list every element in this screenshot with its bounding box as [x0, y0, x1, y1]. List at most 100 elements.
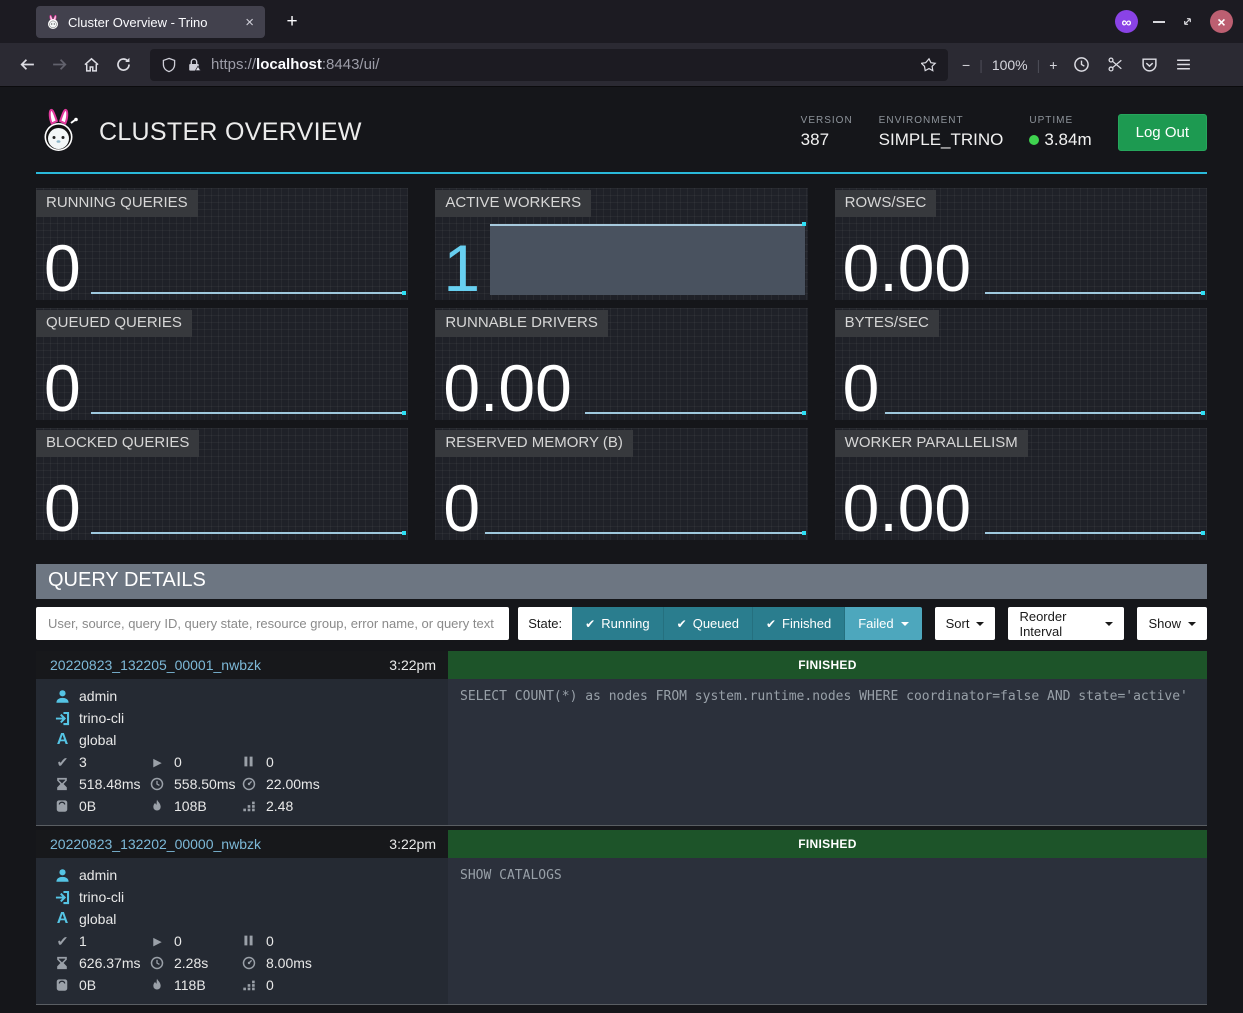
query-id-link[interactable]: 20220823_132202_00000_nwbzk: [50, 836, 261, 852]
queued-splits: 0: [266, 933, 274, 949]
reload-icon[interactable]: [108, 50, 138, 80]
pocket-icon[interactable]: [1141, 56, 1158, 73]
stat-label: BYTES/SEC: [835, 310, 939, 337]
scale-icon: [55, 799, 70, 814]
logout-button[interactable]: Log Out: [1118, 114, 1207, 151]
query-sql-text: SELECT COUNT(*) as nodes FROM system.run…: [448, 679, 1207, 825]
cumulative-memory: 0: [266, 977, 274, 993]
peak-memory-cell: 118B: [150, 977, 242, 993]
sort-label: Sort: [946, 616, 970, 631]
sparkline: [91, 412, 405, 414]
query-user-line: admin: [55, 685, 438, 707]
queued-splits-cell: 0: [242, 754, 438, 770]
zoom-out-button[interactable]: −: [962, 57, 970, 73]
zoom-level[interactable]: 100%: [992, 57, 1028, 73]
version-block: VERSION 387: [801, 115, 853, 150]
queued-splits-cell: 0: [242, 933, 438, 949]
wall-time-cell: 626.37ms: [55, 955, 150, 971]
query-search-input[interactable]: [36, 607, 509, 640]
query-user-line: admin: [55, 864, 438, 886]
elapsed-time-cell: 2.28s: [150, 955, 242, 971]
trino-cluster-overview-page: CLUSTER OVERVIEW VERSION 387 ENVIRONMENT…: [0, 87, 1243, 1013]
screenshot-scissors-icon[interactable]: [1107, 56, 1124, 73]
memory-line: 0B 118B 0: [55, 974, 438, 996]
tab-title: Cluster Overview - Trino: [68, 15, 236, 30]
completed-splits: 3: [79, 754, 87, 770]
user-icon: [55, 868, 70, 883]
state-filter-failed-dropdown[interactable]: Failed: [845, 607, 921, 640]
environment-block: ENVIRONMENT SIMPLE_TRINO: [879, 115, 1004, 150]
query-source: trino-cli: [79, 889, 124, 905]
stat-card-blocked-queries: BLOCKED QUERIES 0: [36, 428, 408, 540]
zoom-in-button[interactable]: +: [1049, 57, 1057, 73]
check-icon: ✔: [677, 617, 687, 631]
forward-icon[interactable]: [44, 50, 74, 80]
show-label: Show: [1148, 616, 1181, 631]
sparkline: [91, 532, 405, 534]
running-splits-cell: ▶ 0: [150, 933, 242, 949]
peak-memory: 108B: [174, 798, 207, 814]
times-line: 626.37ms 2.28s 8.00ms: [55, 952, 438, 974]
query-filter-row: State: ✔ Running ✔ Queued ✔ Finished Fai…: [36, 607, 1207, 640]
environment-value: SIMPLE_TRINO: [879, 130, 1004, 150]
check-icon: ✔: [585, 617, 595, 631]
running-splits: 0: [174, 754, 182, 770]
new-tab-button[interactable]: +: [278, 8, 306, 36]
browser-tab[interactable]: Cluster Overview - Trino ×: [36, 6, 265, 38]
check-icon: ✔: [55, 933, 70, 950]
cpu-time-cell: 8.00ms: [242, 955, 438, 971]
stat-card-runnable-drivers: RUNNABLE DRIVERS 0.00: [435, 308, 807, 420]
tracking-shield-icon[interactable]: [161, 57, 177, 73]
window-restore-button[interactable]: [1180, 14, 1195, 29]
home-icon[interactable]: [76, 50, 106, 80]
stat-value: 0.00: [843, 477, 971, 540]
hourglass-icon: [55, 956, 70, 971]
sparkline: [490, 224, 804, 295]
query-resource-group-line: A global: [55, 908, 438, 930]
toolbar-icons: [1073, 56, 1192, 73]
state-label: Failed: [858, 616, 893, 631]
stat-value: 0: [44, 477, 81, 540]
sort-dropdown[interactable]: Sort: [935, 607, 996, 640]
equalizer-bars-icon: [242, 978, 257, 993]
pause-icon: [242, 755, 257, 770]
stat-card-queued-queries: QUEUED QUERIES 0: [36, 308, 408, 420]
peak-memory: 118B: [174, 977, 206, 993]
query-id-link[interactable]: 20220823_132205_00001_nwbzk: [50, 657, 261, 673]
resource-group-icon: A: [55, 731, 70, 749]
completed-splits: 1: [79, 933, 87, 949]
query-user: admin: [79, 867, 117, 883]
query-details-header: QUERY DETAILS: [36, 564, 1207, 599]
tab-close-icon[interactable]: ×: [243, 14, 256, 31]
sparkline: [985, 532, 1204, 534]
url-bar[interactable]: https://localhost:8443/ui/: [150, 49, 948, 81]
menu-hamburger-icon[interactable]: [1175, 56, 1192, 73]
query-row-body: admin trino-cli A global ✔ 3: [36, 679, 1207, 825]
cumulative-memory-cell: 2.48: [242, 798, 438, 814]
state-filter-queued[interactable]: ✔ Queued: [664, 607, 753, 640]
state-filter-running[interactable]: ✔ Running: [572, 607, 664, 640]
bookmark-star-icon[interactable]: [921, 57, 937, 73]
insecure-lock-icon[interactable]: [186, 57, 202, 73]
state-filter-finished[interactable]: ✔ Finished: [753, 607, 845, 640]
resource-group-icon: A: [55, 910, 70, 928]
window-close-button[interactable]: ×: [1210, 10, 1233, 33]
fire-icon: [150, 799, 165, 814]
window-minimize-button[interactable]: [1153, 21, 1165, 23]
back-icon[interactable]: [12, 50, 42, 80]
extension-mask-icon[interactable]: ∞: [1115, 10, 1138, 33]
equalizer-bars-icon: [242, 799, 257, 814]
show-dropdown[interactable]: Show: [1137, 607, 1207, 640]
query-resource-group: global: [79, 732, 116, 748]
check-icon: ✔: [766, 617, 776, 631]
history-clock-icon[interactable]: [1073, 56, 1090, 73]
chevron-down-icon: [901, 622, 909, 626]
hourglass-icon: [55, 777, 70, 792]
stat-value: 0.00: [443, 357, 571, 420]
check-icon: ✔: [55, 754, 70, 771]
query-row-header: 20220823_132202_00000_nwbzk 3:22pm FINIS…: [36, 830, 1207, 858]
log-in-icon: [55, 711, 70, 726]
query-status-badge: FINISHED: [448, 830, 1207, 858]
cpu-time: 8.00ms: [266, 955, 312, 971]
reorder-interval-dropdown[interactable]: Reorder Interval: [1008, 607, 1124, 640]
